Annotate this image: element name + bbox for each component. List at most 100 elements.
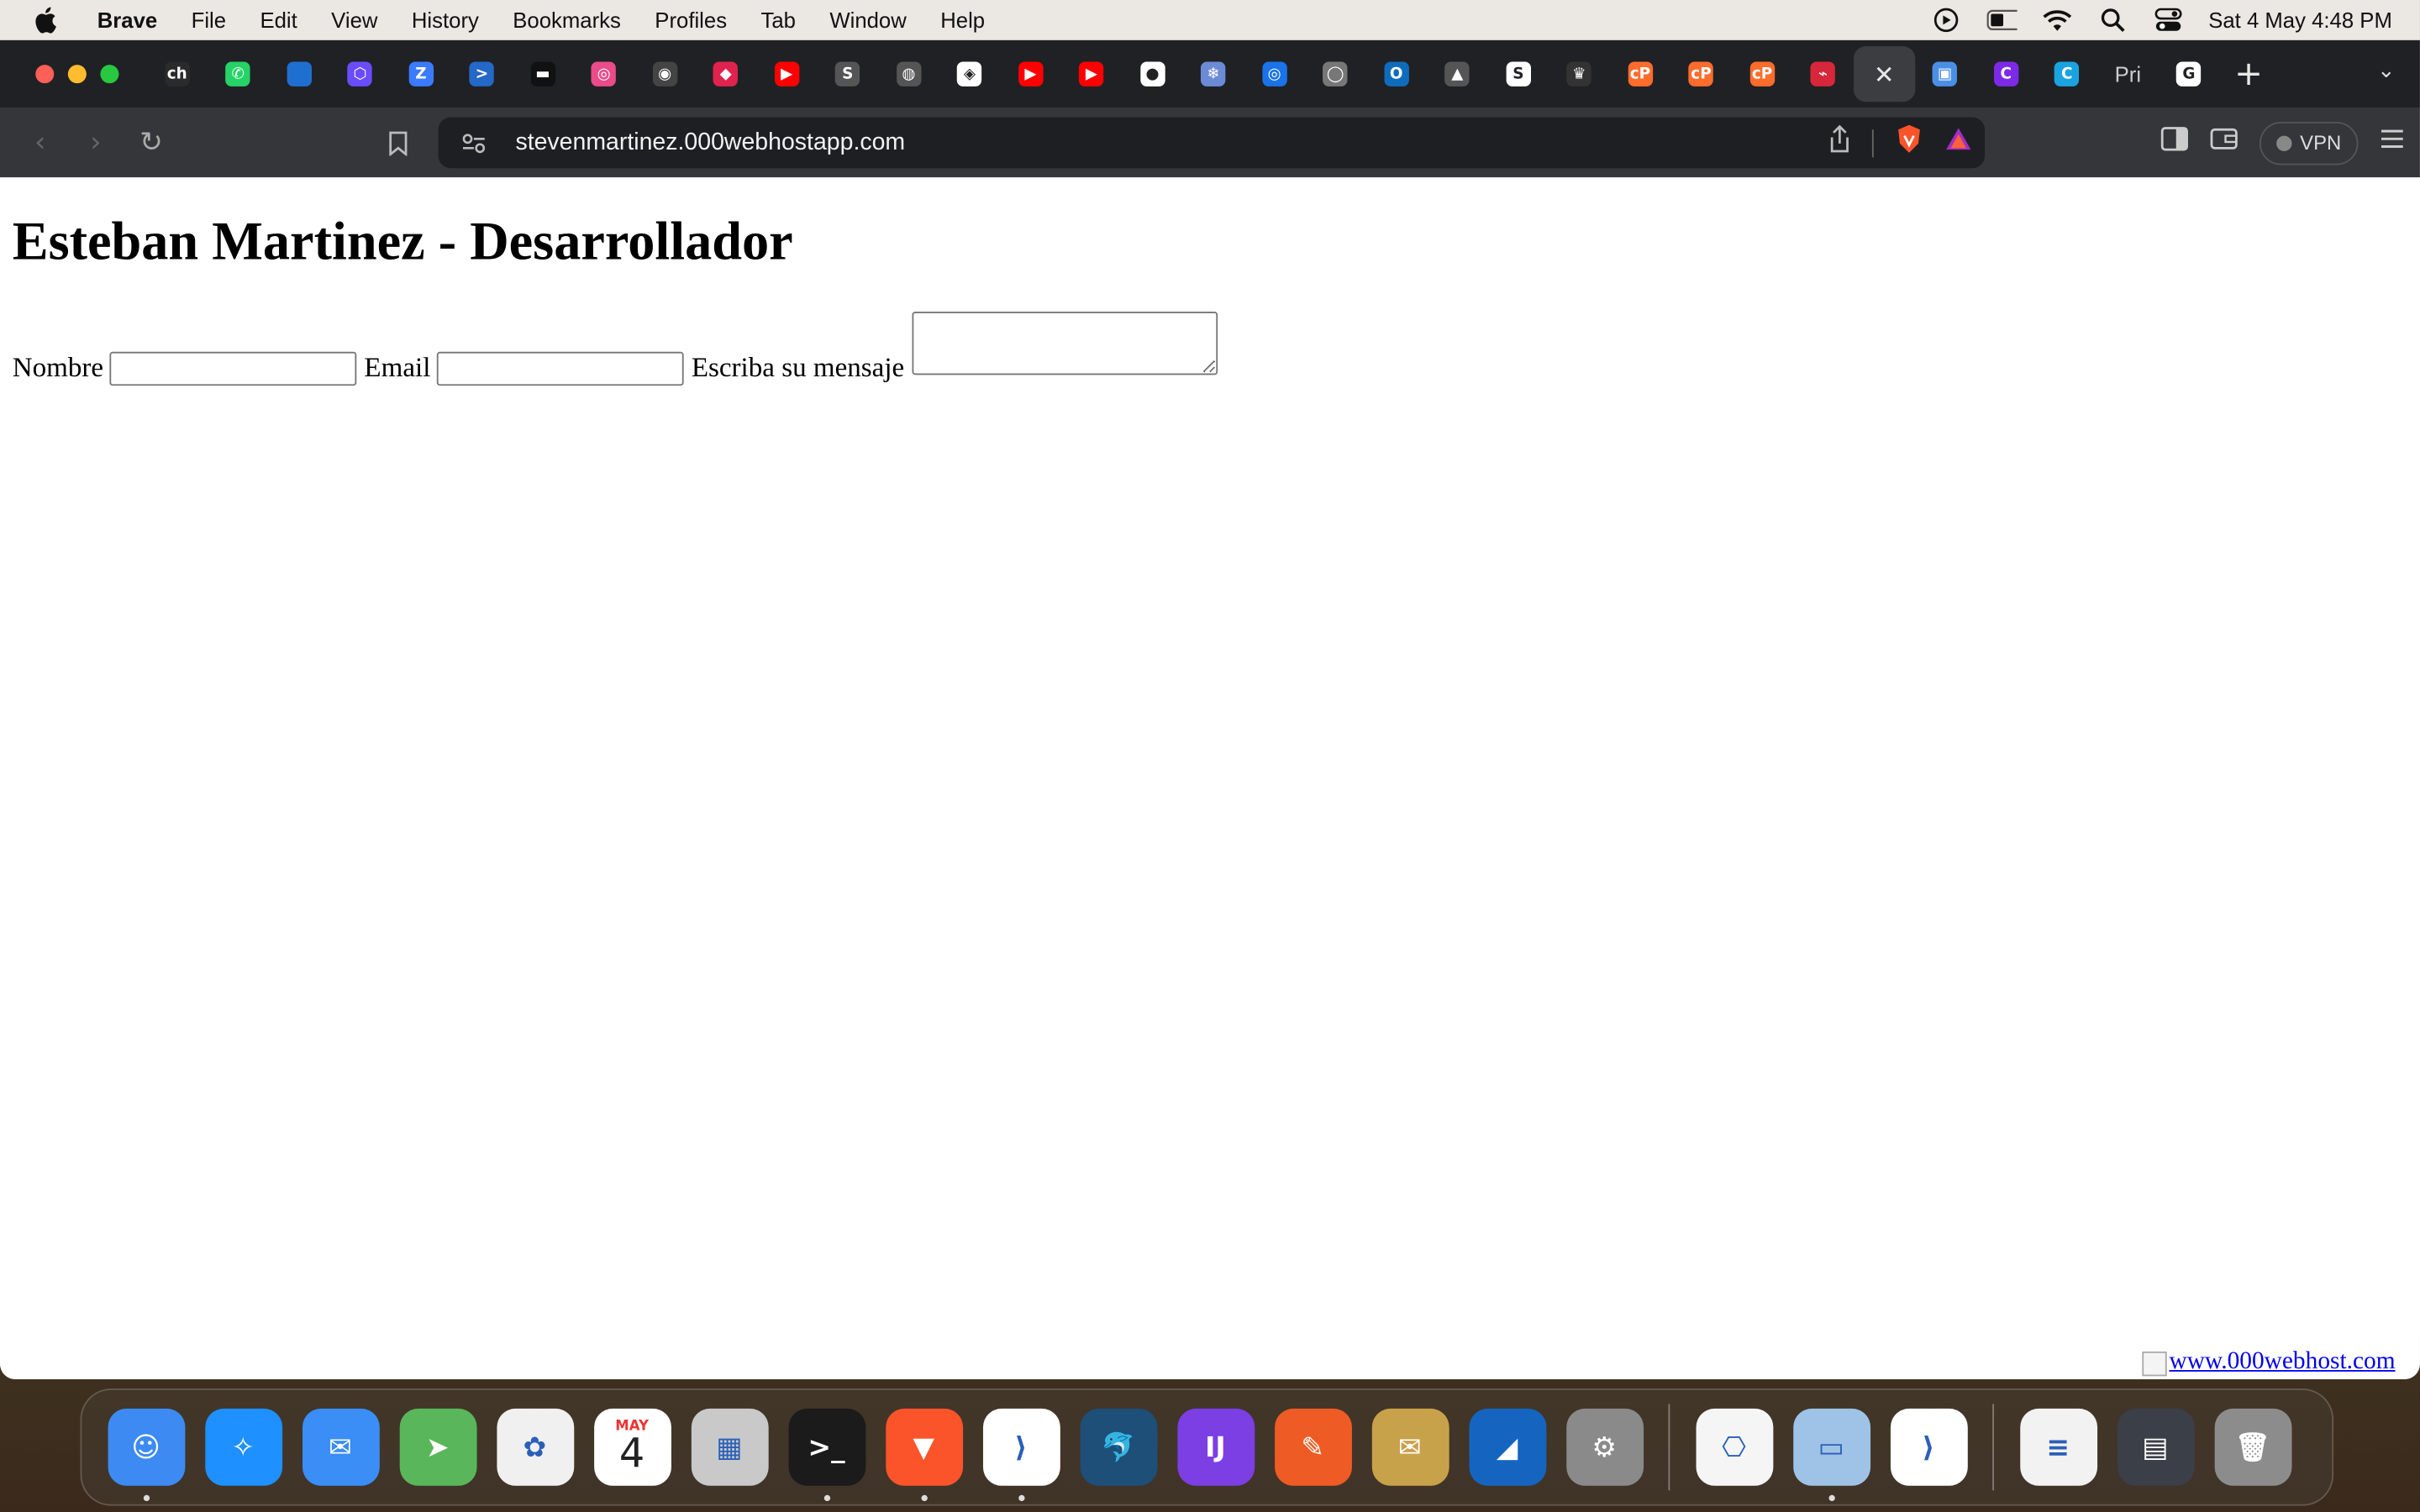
- browser-tab[interactable]: ▶: [1061, 46, 1123, 102]
- safari-icon[interactable]: ✧: [204, 1408, 282, 1486]
- zoom-window-button[interactable]: [100, 65, 119, 84]
- dock-glyph: IJ: [1205, 1431, 1226, 1464]
- address-bar[interactable]: stevenmartinez.000webhostapp.com: [438, 117, 1985, 169]
- browser-tab[interactable]: ◯: [1305, 46, 1366, 102]
- menu-file[interactable]: File: [174, 8, 243, 32]
- browser-tab[interactable]: >: [451, 46, 513, 102]
- browser-tab[interactable]: ▲: [1427, 46, 1488, 102]
- menu-profiles[interactable]: Profiles: [638, 8, 744, 32]
- launchpad-icon[interactable]: ▦: [690, 1408, 768, 1486]
- browser-tab[interactable]: cP: [1670, 46, 1732, 102]
- menu-window[interactable]: Window: [813, 8, 923, 32]
- menu-clock[interactable]: Sat 4 May 4:48 PM: [2208, 8, 2392, 32]
- preview-icon[interactable]: ▭: [1792, 1408, 1870, 1502]
- name-field[interactable]: [109, 351, 357, 386]
- bookmark-icon[interactable]: [371, 119, 426, 165]
- browser-tab[interactable]: ✕: [1853, 46, 1915, 102]
- site-settings-icon[interactable]: [450, 119, 497, 165]
- browser-tab[interactable]: ◎: [573, 46, 634, 102]
- browser-tab[interactable]: ❄: [1183, 46, 1244, 102]
- browser-tab[interactable]: ⌁: [1792, 46, 1854, 102]
- document-icon[interactable]: ≡: [2019, 1408, 2097, 1486]
- browser-tab[interactable]: ◎: [1244, 46, 1305, 102]
- browser-tab[interactable]: ♛: [1549, 46, 1610, 102]
- vscode-icon[interactable]: ⟩: [1890, 1408, 1967, 1486]
- screenshots-folder-icon[interactable]: ▤: [2117, 1408, 2194, 1486]
- browser-tab[interactable]: ●: [1122, 46, 1183, 102]
- mail-search-icon[interactable]: ✉: [1370, 1408, 1449, 1486]
- browser-tab[interactable]: C: [1975, 46, 2037, 102]
- browser-tab[interactable]: S: [1488, 46, 1549, 102]
- menu-history[interactable]: History: [395, 8, 496, 32]
- brave-icon[interactable]: ▼: [885, 1408, 963, 1502]
- postman-icon[interactable]: ✎: [1274, 1408, 1352, 1486]
- browser-tab[interactable]: ◍: [878, 46, 939, 102]
- browser-tab[interactable]: cP: [1732, 46, 1793, 102]
- url-text[interactable]: stevenmartinez.000webhostapp.com: [515, 129, 905, 156]
- spotlight-search-icon[interactable]: [2097, 8, 2128, 33]
- browser-tab[interactable]: ▣: [1914, 46, 1975, 102]
- browser-tab[interactable]: Pri: [2097, 46, 2159, 102]
- tab-search-chevron-icon[interactable]: ⌄: [2377, 59, 2396, 83]
- browser-tab[interactable]: ✆: [208, 46, 269, 102]
- sidebar-toggle-icon[interactable]: [2161, 127, 2189, 160]
- hamburger-menu-icon[interactable]: [2380, 128, 2404, 157]
- browser-tab[interactable]: ▶: [756, 46, 818, 102]
- battery-icon[interactable]: [1986, 8, 2018, 32]
- running-indicator: [823, 1494, 830, 1502]
- wireshark-icon[interactable]: ◢: [1468, 1408, 1546, 1486]
- new-tab-button[interactable]: +: [2219, 55, 2278, 93]
- menu-tab[interactable]: Tab: [744, 8, 813, 32]
- browser-tab[interactable]: O: [1365, 46, 1427, 102]
- dock-glyph: ✎: [1301, 1431, 1324, 1464]
- control-center-icon[interactable]: [2153, 8, 2184, 32]
- browser-tab[interactable]: C: [2037, 46, 2098, 102]
- browser-tab[interactable]: ◉: [634, 46, 696, 102]
- browser-tab[interactable]: ⬡: [329, 46, 391, 102]
- finder-icon[interactable]: ☺: [107, 1408, 185, 1502]
- menu-bookmarks[interactable]: Bookmarks: [496, 8, 638, 32]
- share-icon[interactable]: [1828, 124, 1850, 160]
- system-settings-icon[interactable]: ⚙: [1565, 1408, 1644, 1486]
- browser-tab[interactable]: ▶: [1000, 46, 1061, 102]
- photos-icon[interactable]: ✿: [496, 1408, 574, 1486]
- calendar-icon[interactable]: MAY 4: [593, 1408, 671, 1486]
- mail-icon[interactable]: ✉: [302, 1408, 379, 1486]
- trash-icon[interactable]: 🗑: [2213, 1408, 2291, 1486]
- browser-tab[interactable]: [269, 46, 330, 102]
- menu-help[interactable]: Help: [923, 8, 1002, 32]
- close-window-button[interactable]: [35, 65, 55, 84]
- brave-rewards-icon[interactable]: [1944, 127, 1972, 160]
- now-playing-icon[interactable]: [1931, 8, 1962, 33]
- browser-tab[interactable]: ▬: [513, 46, 574, 102]
- message-textarea[interactable]: [912, 312, 1218, 375]
- vscode-icon[interactable]: ⟩: [982, 1408, 1060, 1502]
- wallet-icon[interactable]: [2211, 127, 2238, 160]
- apple-icon[interactable]: [31, 6, 59, 34]
- browser-tab[interactable]: ◈: [939, 46, 1001, 102]
- close-tab-icon[interactable]: ✕: [1874, 60, 1895, 89]
- menu-app-name[interactable]: Brave: [81, 8, 175, 32]
- email-field[interactable]: [436, 351, 684, 386]
- minimize-window-button[interactable]: [67, 65, 87, 84]
- wifi-icon[interactable]: [2042, 8, 2073, 32]
- browser-tab[interactable]: S: [818, 46, 879, 102]
- intellij-icon[interactable]: IJ: [1176, 1408, 1255, 1486]
- menu-edit[interactable]: Edit: [243, 8, 314, 32]
- browser-tab[interactable]: G: [2159, 46, 2220, 102]
- browser-tab[interactable]: ◆: [695, 46, 756, 102]
- brave-shields-icon[interactable]: [1895, 123, 1923, 162]
- mysql-workbench-icon[interactable]: 🐬: [1079, 1408, 1157, 1486]
- back-button[interactable]: ‹: [13, 119, 68, 165]
- menu-view[interactable]: View: [314, 8, 395, 32]
- browser-tab[interactable]: ch: [146, 46, 208, 102]
- browser-tab[interactable]: cP: [1610, 46, 1671, 102]
- system-information-icon[interactable]: ⎔: [1695, 1408, 1773, 1486]
- vpn-button[interactable]: VPN: [2260, 121, 2359, 165]
- terminal-icon[interactable]: >_: [787, 1408, 865, 1502]
- maps-icon[interactable]: ➤: [398, 1408, 476, 1486]
- browser-tab[interactable]: Z: [391, 46, 452, 102]
- webhost-link[interactable]: www.000webhost.com: [2141, 1348, 2396, 1377]
- forward-button[interactable]: ›: [68, 119, 124, 165]
- reload-button[interactable]: ↻: [124, 119, 179, 165]
